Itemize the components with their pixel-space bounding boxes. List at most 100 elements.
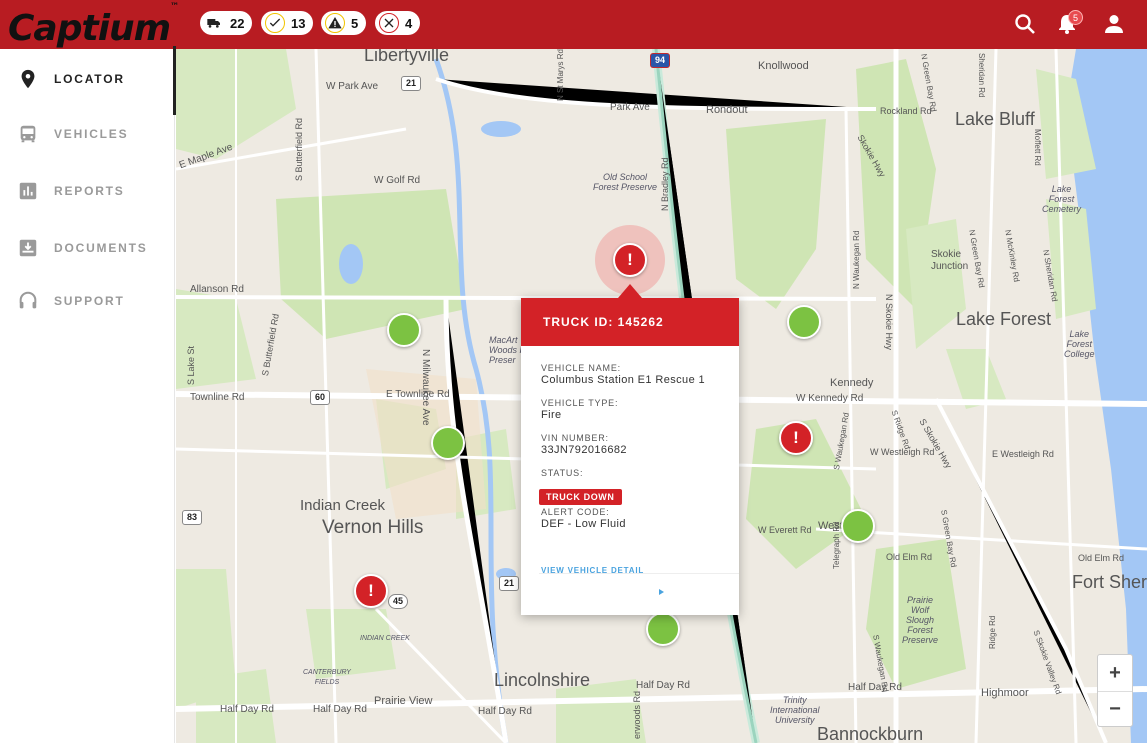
sidebar-item-reports[interactable]: REPORTS — [0, 171, 175, 211]
zoom-controls: + − — [1097, 654, 1133, 727]
vehicle-marker-ok[interactable] — [787, 305, 821, 339]
place-bannockburn: Bannockburn — [817, 724, 924, 743]
road-w-kennedy-rd: W Kennedy Rd — [796, 393, 864, 404]
vehicle-info-popup: TRUCK ID: 145262 VEHICLE NAME: Columbus … — [521, 284, 739, 615]
road-w-park-ave: W Park Ave — [326, 81, 379, 92]
vehicle-marker-ok[interactable] — [841, 509, 875, 543]
place-prairie-wolf-slough: Prairie Wolf Slough Forest Preserve — [902, 595, 939, 645]
place-lake-forest: Lake Forest — [956, 309, 1052, 329]
popup-scroll-arrow-icon[interactable] — [659, 589, 664, 595]
road-moffett-rd: Moffett Rd — [1033, 129, 1042, 166]
vehicle-marker-ok[interactable] — [646, 612, 680, 646]
road-erwoods-rd: erwoods Rd — [632, 690, 642, 739]
vehicle-marker-alert[interactable]: ! — [354, 574, 388, 608]
road-half-day-rd-5: Half Day Rd — [848, 682, 902, 693]
road-s-butterfield-rd: S Butterfield Rd — [294, 117, 304, 181]
vehicle-type-label: VEHICLE TYPE: — [541, 398, 619, 408]
place-skokie-junction: Skokie Junction — [931, 249, 969, 272]
sidebar-item-locator[interactable]: LOCATOR — [0, 46, 176, 115]
road-half-day-rd-2: Half Day Rd — [313, 704, 367, 715]
road-old-elm-rd-east: Old Elm Rd — [1078, 553, 1125, 563]
place-kennedy: Kennedy — [830, 377, 874, 389]
road-e-westleigh-rd: E Westleigh Rd — [992, 449, 1054, 459]
place-lake-forest-cemetery: Lake Forest Cemetery — [1042, 184, 1082, 214]
vehicle-marker-ok[interactable] — [387, 313, 421, 347]
route-shield-45: 45 — [388, 594, 409, 609]
road-allanson-rd: Allanson Rd — [190, 284, 244, 295]
place-knollwood: Knollwood — [758, 60, 809, 72]
captium-logo[interactable]: Captium™ — [8, 2, 179, 49]
place-lake-forest-college: Lake Forest College — [1064, 329, 1095, 359]
road-w-golf-rd: W Golf Rd — [374, 175, 421, 186]
map-pin-icon — [17, 68, 39, 90]
map-view[interactable]: Libertyville Lake Bluff Lake Forest Vern… — [176, 49, 1147, 743]
place-old-school-forest-preserve: Old School Forest Preserve — [593, 172, 658, 192]
headset-icon — [17, 290, 39, 312]
road-s-lake-st: S Lake St — [186, 345, 196, 385]
road-old-elm-rd: Old Elm Rd — [886, 552, 933, 562]
counter-down-trucks[interactable]: 4 — [375, 11, 421, 35]
vehicle-type-value: Fire — [541, 409, 562, 421]
alert-code-value: DEF - Low Fluid — [541, 518, 626, 530]
truck-icon — [204, 13, 224, 33]
route-shield-60: 60 — [310, 390, 331, 405]
sidebar-item-documents[interactable]: DOCUMENTS — [0, 228, 175, 268]
counter-warning-trucks[interactable]: 5 — [321, 11, 367, 35]
road-half-day-rd-3: Half Day Rd — [478, 706, 532, 717]
road-half-day-rd-1: Half Day Rd — [220, 704, 274, 715]
vin-label: VIN NUMBER: — [541, 433, 609, 443]
place-trinity-university: Trinity International University — [770, 695, 820, 725]
zoom-out-button[interactable]: − — [1098, 691, 1132, 727]
road-e-townline-rd: E Townline Rd — [386, 389, 450, 400]
road-townline-rd: Townline Rd — [190, 392, 245, 403]
place-fort-sheridan: Fort Sher — [1072, 572, 1147, 592]
vehicle-name-value: Columbus Station E1 Rescue 1 — [541, 374, 706, 386]
route-shield-83: 83 — [182, 510, 203, 525]
popup-title: TRUCK ID: 145262 — [521, 298, 739, 346]
road-n-skokie-hwy: N Skokie Hwy — [884, 294, 894, 351]
road-n-milwaukee-ave: N Milwaukee Ave — [420, 349, 431, 426]
warning-icon — [325, 13, 345, 33]
user-icon[interactable] — [1102, 12, 1126, 36]
vin-value: 33JN792016682 — [541, 444, 627, 456]
road-rockland-rd: Rockland Rd — [880, 106, 932, 116]
sidebar: LOCATOR VEHICLES REPORTS DOCUMENTS SUPPO… — [0, 46, 176, 743]
top-bar: Captium™ 22 13 5 4 5 — [0, 0, 1147, 49]
zoom-in-button[interactable]: + — [1098, 655, 1132, 691]
road-sheridan-rd: Sheridan Rd — [977, 53, 986, 98]
popup-pointer — [618, 284, 642, 298]
x-icon — [379, 13, 399, 33]
sidebar-item-support[interactable]: SUPPORT — [0, 281, 175, 321]
counter-ok-trucks[interactable]: 13 — [261, 11, 314, 35]
vehicle-marker-alert-selected[interactable]: ! — [613, 243, 647, 277]
place-lincolnshire: Lincolnshire — [494, 670, 591, 690]
sidebar-item-vehicles[interactable]: VEHICLES — [0, 114, 175, 154]
route-shield-21-south: 21 — [499, 576, 520, 591]
road-w-everett-rd: W Everett Rd — [758, 525, 812, 535]
road-n-st-marys-rd: N St Marys Rd — [556, 49, 565, 101]
vehicle-name-label: VEHICLE NAME: — [541, 363, 621, 373]
notification-badge: 5 — [1068, 10, 1083, 25]
search-icon[interactable] — [1013, 12, 1037, 36]
road-n-bradley-rd: N Bradley Rd — [660, 157, 670, 211]
road-half-day-rd-4: Half Day Rd — [636, 680, 690, 691]
road-park-ave: Park Ave — [610, 102, 650, 113]
popup-divider — [539, 573, 739, 574]
interstate-shield-94: 94 — [650, 53, 671, 68]
place-rondout: Rondout — [706, 104, 748, 116]
status-label: STATUS: — [541, 468, 584, 478]
check-icon — [265, 13, 285, 33]
place-mcarthur-woods: MacArt Woods F Preser — [489, 335, 525, 365]
road-n-waukegan-rd: N Waukegan Rd — [852, 230, 861, 289]
place-lake-bluff: Lake Bluff — [955, 109, 1035, 129]
bus-icon — [17, 123, 39, 145]
counter-total-trucks[interactable]: 22 — [200, 11, 253, 35]
vehicle-marker-alert[interactable]: ! — [779, 421, 813, 455]
place-prairie-view: Prairie View — [374, 695, 433, 707]
place-canterbury-fields: CANTERBURY FIELDS — [303, 669, 351, 686]
place-highmoor: Highmoor — [981, 687, 1029, 699]
vehicle-marker-ok[interactable] — [431, 426, 465, 460]
place-indian-creek: Indian Creek — [300, 497, 386, 514]
road-telegraph-rd: Telegraph Rd — [832, 521, 841, 569]
document-download-icon — [17, 237, 39, 259]
